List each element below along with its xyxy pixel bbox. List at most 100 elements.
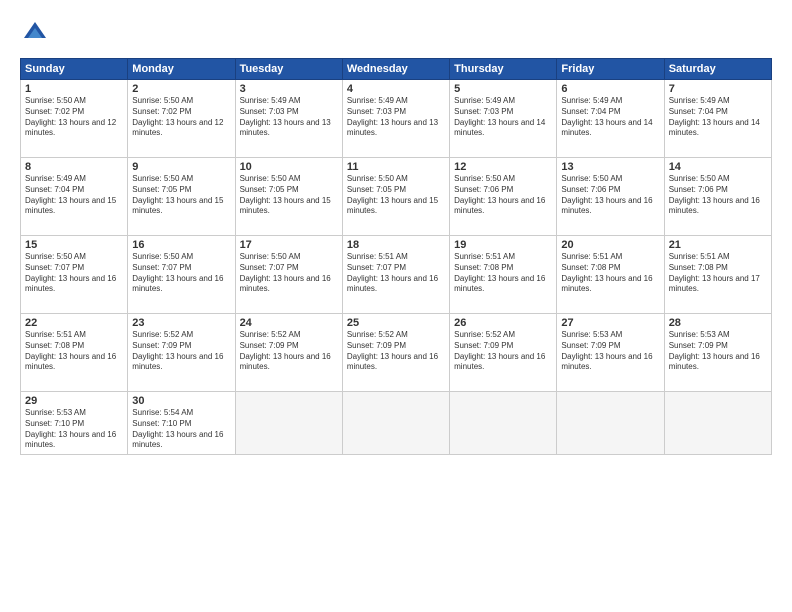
day-info: Sunrise: 5:53 AMSunset: 7:10 PMDaylight:… bbox=[25, 408, 123, 451]
calendar-cell: 24Sunrise: 5:52 AMSunset: 7:09 PMDayligh… bbox=[235, 314, 342, 392]
calendar-cell: 6Sunrise: 5:49 AMSunset: 7:04 PMDaylight… bbox=[557, 80, 664, 158]
day-number: 18 bbox=[347, 239, 445, 251]
calendar-cell: 7Sunrise: 5:49 AMSunset: 7:04 PMDaylight… bbox=[664, 80, 771, 158]
day-number: 26 bbox=[454, 317, 552, 329]
day-info: Sunrise: 5:50 AMSunset: 7:02 PMDaylight:… bbox=[132, 96, 230, 139]
day-info: Sunrise: 5:50 AMSunset: 7:05 PMDaylight:… bbox=[240, 174, 338, 217]
calendar-cell: 23Sunrise: 5:52 AMSunset: 7:09 PMDayligh… bbox=[128, 314, 235, 392]
day-info: Sunrise: 5:52 AMSunset: 7:09 PMDaylight:… bbox=[347, 330, 445, 373]
calendar-cell: 2Sunrise: 5:50 AMSunset: 7:02 PMDaylight… bbox=[128, 80, 235, 158]
calendar-cell: 15Sunrise: 5:50 AMSunset: 7:07 PMDayligh… bbox=[21, 236, 128, 314]
calendar-cell: 9Sunrise: 5:50 AMSunset: 7:05 PMDaylight… bbox=[128, 158, 235, 236]
calendar-header: SundayMondayTuesdayWednesdayThursdayFrid… bbox=[21, 59, 772, 80]
day-header-friday: Friday bbox=[557, 59, 664, 80]
day-number: 15 bbox=[25, 239, 123, 251]
day-info: Sunrise: 5:52 AMSunset: 7:09 PMDaylight:… bbox=[132, 330, 230, 373]
header bbox=[20, 18, 772, 48]
day-number: 16 bbox=[132, 239, 230, 251]
day-number: 23 bbox=[132, 317, 230, 329]
day-number: 30 bbox=[132, 395, 230, 407]
day-number: 27 bbox=[561, 317, 659, 329]
day-info: Sunrise: 5:54 AMSunset: 7:10 PMDaylight:… bbox=[132, 408, 230, 451]
day-info: Sunrise: 5:50 AMSunset: 7:07 PMDaylight:… bbox=[132, 252, 230, 295]
day-number: 13 bbox=[561, 161, 659, 173]
calendar-cell: 11Sunrise: 5:50 AMSunset: 7:05 PMDayligh… bbox=[342, 158, 449, 236]
calendar-cell: 29Sunrise: 5:53 AMSunset: 7:10 PMDayligh… bbox=[21, 392, 128, 455]
day-info: Sunrise: 5:51 AMSunset: 7:07 PMDaylight:… bbox=[347, 252, 445, 295]
day-number: 2 bbox=[132, 83, 230, 95]
day-number: 20 bbox=[561, 239, 659, 251]
day-number: 25 bbox=[347, 317, 445, 329]
day-number: 28 bbox=[669, 317, 767, 329]
day-number: 5 bbox=[454, 83, 552, 95]
calendar-cell: 3Sunrise: 5:49 AMSunset: 7:03 PMDaylight… bbox=[235, 80, 342, 158]
calendar-cell: 17Sunrise: 5:50 AMSunset: 7:07 PMDayligh… bbox=[235, 236, 342, 314]
day-info: Sunrise: 5:50 AMSunset: 7:02 PMDaylight:… bbox=[25, 96, 123, 139]
day-number: 1 bbox=[25, 83, 123, 95]
day-header-saturday: Saturday bbox=[664, 59, 771, 80]
calendar-cell: 22Sunrise: 5:51 AMSunset: 7:08 PMDayligh… bbox=[21, 314, 128, 392]
day-number: 11 bbox=[347, 161, 445, 173]
calendar-cell: 18Sunrise: 5:51 AMSunset: 7:07 PMDayligh… bbox=[342, 236, 449, 314]
day-info: Sunrise: 5:51 AMSunset: 7:08 PMDaylight:… bbox=[561, 252, 659, 295]
day-info: Sunrise: 5:53 AMSunset: 7:09 PMDaylight:… bbox=[669, 330, 767, 373]
calendar-cell: 1Sunrise: 5:50 AMSunset: 7:02 PMDaylight… bbox=[21, 80, 128, 158]
calendar-cell: 12Sunrise: 5:50 AMSunset: 7:06 PMDayligh… bbox=[450, 158, 557, 236]
calendar-cell: 19Sunrise: 5:51 AMSunset: 7:08 PMDayligh… bbox=[450, 236, 557, 314]
day-info: Sunrise: 5:50 AMSunset: 7:05 PMDaylight:… bbox=[347, 174, 445, 217]
day-number: 7 bbox=[669, 83, 767, 95]
calendar-cell: 27Sunrise: 5:53 AMSunset: 7:09 PMDayligh… bbox=[557, 314, 664, 392]
calendar-cell: 21Sunrise: 5:51 AMSunset: 7:08 PMDayligh… bbox=[664, 236, 771, 314]
day-info: Sunrise: 5:49 AMSunset: 7:04 PMDaylight:… bbox=[669, 96, 767, 139]
calendar-cell: 30Sunrise: 5:54 AMSunset: 7:10 PMDayligh… bbox=[128, 392, 235, 455]
day-number: 29 bbox=[25, 395, 123, 407]
day-info: Sunrise: 5:50 AMSunset: 7:07 PMDaylight:… bbox=[240, 252, 338, 295]
day-info: Sunrise: 5:51 AMSunset: 7:08 PMDaylight:… bbox=[454, 252, 552, 295]
day-header-sunday: Sunday bbox=[21, 59, 128, 80]
calendar-cell: 25Sunrise: 5:52 AMSunset: 7:09 PMDayligh… bbox=[342, 314, 449, 392]
day-number: 8 bbox=[25, 161, 123, 173]
day-number: 12 bbox=[454, 161, 552, 173]
calendar-cell: 14Sunrise: 5:50 AMSunset: 7:06 PMDayligh… bbox=[664, 158, 771, 236]
day-info: Sunrise: 5:50 AMSunset: 7:06 PMDaylight:… bbox=[561, 174, 659, 217]
day-info: Sunrise: 5:51 AMSunset: 7:08 PMDaylight:… bbox=[25, 330, 123, 373]
logo bbox=[20, 18, 54, 48]
day-number: 14 bbox=[669, 161, 767, 173]
week-row-3: 15Sunrise: 5:50 AMSunset: 7:07 PMDayligh… bbox=[21, 236, 772, 314]
day-header-tuesday: Tuesday bbox=[235, 59, 342, 80]
calendar-cell bbox=[557, 392, 664, 455]
day-number: 6 bbox=[561, 83, 659, 95]
day-number: 3 bbox=[240, 83, 338, 95]
day-number: 24 bbox=[240, 317, 338, 329]
calendar: SundayMondayTuesdayWednesdayThursdayFrid… bbox=[20, 58, 772, 455]
day-number: 9 bbox=[132, 161, 230, 173]
day-info: Sunrise: 5:50 AMSunset: 7:06 PMDaylight:… bbox=[669, 174, 767, 217]
week-row-1: 1Sunrise: 5:50 AMSunset: 7:02 PMDaylight… bbox=[21, 80, 772, 158]
day-number: 10 bbox=[240, 161, 338, 173]
calendar-cell: 10Sunrise: 5:50 AMSunset: 7:05 PMDayligh… bbox=[235, 158, 342, 236]
week-row-5: 29Sunrise: 5:53 AMSunset: 7:10 PMDayligh… bbox=[21, 392, 772, 455]
day-info: Sunrise: 5:49 AMSunset: 7:04 PMDaylight:… bbox=[561, 96, 659, 139]
day-header-thursday: Thursday bbox=[450, 59, 557, 80]
calendar-cell: 28Sunrise: 5:53 AMSunset: 7:09 PMDayligh… bbox=[664, 314, 771, 392]
day-info: Sunrise: 5:49 AMSunset: 7:03 PMDaylight:… bbox=[240, 96, 338, 139]
week-row-2: 8Sunrise: 5:49 AMSunset: 7:04 PMDaylight… bbox=[21, 158, 772, 236]
day-info: Sunrise: 5:49 AMSunset: 7:04 PMDaylight:… bbox=[25, 174, 123, 217]
calendar-cell: 8Sunrise: 5:49 AMSunset: 7:04 PMDaylight… bbox=[21, 158, 128, 236]
day-info: Sunrise: 5:52 AMSunset: 7:09 PMDaylight:… bbox=[454, 330, 552, 373]
calendar-cell: 4Sunrise: 5:49 AMSunset: 7:03 PMDaylight… bbox=[342, 80, 449, 158]
calendar-cell: 13Sunrise: 5:50 AMSunset: 7:06 PMDayligh… bbox=[557, 158, 664, 236]
calendar-cell bbox=[450, 392, 557, 455]
calendar-cell: 16Sunrise: 5:50 AMSunset: 7:07 PMDayligh… bbox=[128, 236, 235, 314]
day-number: 22 bbox=[25, 317, 123, 329]
day-number: 21 bbox=[669, 239, 767, 251]
day-info: Sunrise: 5:51 AMSunset: 7:08 PMDaylight:… bbox=[669, 252, 767, 295]
calendar-cell bbox=[235, 392, 342, 455]
day-info: Sunrise: 5:53 AMSunset: 7:09 PMDaylight:… bbox=[561, 330, 659, 373]
day-info: Sunrise: 5:52 AMSunset: 7:09 PMDaylight:… bbox=[240, 330, 338, 373]
logo-icon bbox=[20, 18, 50, 48]
day-number: 4 bbox=[347, 83, 445, 95]
calendar-body: 1Sunrise: 5:50 AMSunset: 7:02 PMDaylight… bbox=[21, 80, 772, 455]
day-number: 17 bbox=[240, 239, 338, 251]
day-info: Sunrise: 5:50 AMSunset: 7:07 PMDaylight:… bbox=[25, 252, 123, 295]
